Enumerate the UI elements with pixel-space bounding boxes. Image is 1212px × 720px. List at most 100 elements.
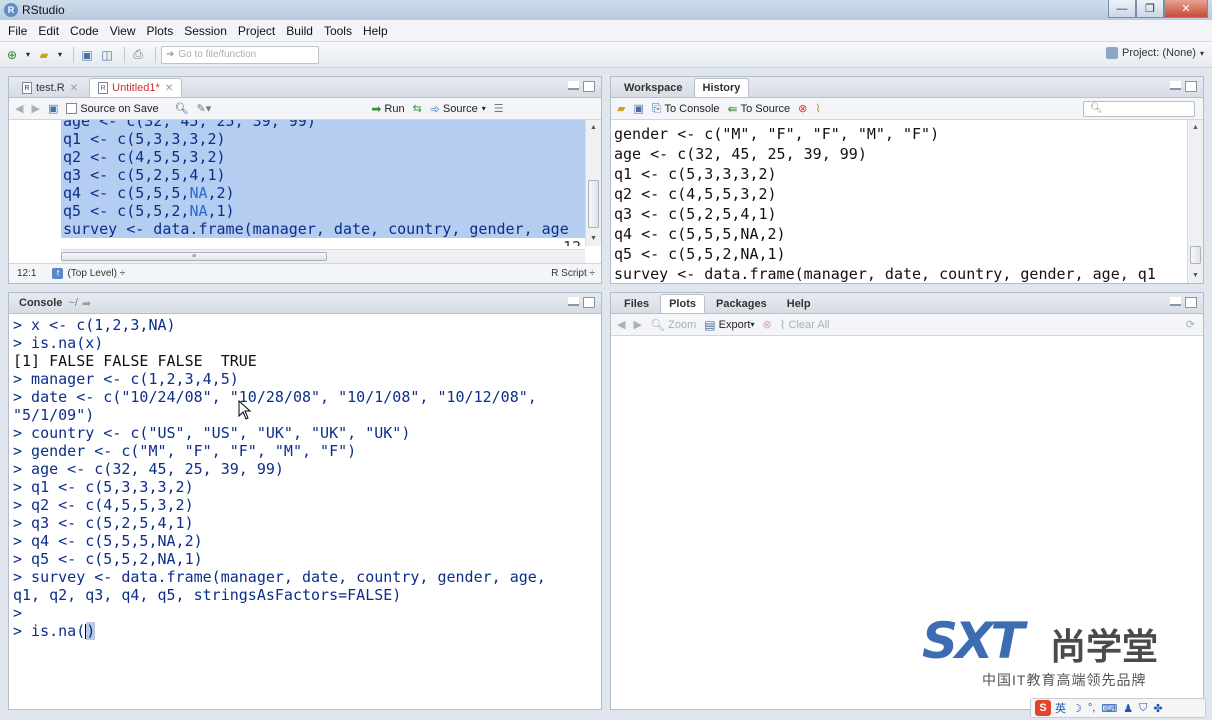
project-menu[interactable]: Project: (None) ▾ bbox=[1106, 47, 1204, 59]
menu-session[interactable]: Session bbox=[180, 24, 234, 38]
scroll-down-icon[interactable]: ▼ bbox=[1190, 270, 1201, 281]
minimize-pane-icon[interactable] bbox=[568, 81, 579, 90]
forward-icon[interactable]: ▶ bbox=[31, 102, 39, 115]
scrollbar-thumb[interactable] bbox=[1190, 246, 1201, 264]
code-line[interactable]: q3 <- c(5,2,5,4,1) bbox=[61, 166, 585, 184]
tab-workspace[interactable]: Workspace bbox=[615, 78, 692, 97]
history-search-input[interactable]: 🔍︎ bbox=[1083, 101, 1195, 117]
shirt-icon[interactable]: ⛉ bbox=[1139, 702, 1147, 715]
remove-icon[interactable]: ⊗ bbox=[798, 102, 807, 115]
maximize-pane-icon[interactable] bbox=[1185, 81, 1197, 92]
tab-packages[interactable]: Packages bbox=[707, 294, 776, 313]
menu-help[interactable]: Help bbox=[359, 24, 395, 38]
scroll-down-icon[interactable]: ▼ bbox=[588, 233, 599, 244]
forward-icon[interactable]: ▶ bbox=[633, 318, 641, 331]
maximize-button[interactable]: ❐ bbox=[1136, 0, 1164, 18]
tab-history[interactable]: History bbox=[693, 78, 750, 97]
console-input-line[interactable]: > is.na() bbox=[13, 622, 597, 640]
menu-project[interactable]: Project bbox=[234, 24, 282, 38]
minimize-button[interactable]: — bbox=[1108, 0, 1136, 18]
tab-plots[interactable]: Plots bbox=[660, 294, 705, 313]
menu-plots[interactable]: Plots bbox=[143, 24, 181, 38]
load-history-icon[interactable]: ▰ bbox=[617, 102, 625, 115]
dropdown-icon[interactable]: ▾ bbox=[24, 47, 32, 63]
history-entry[interactable]: age <- c(32, 45, 25, 39, 99) bbox=[614, 144, 867, 164]
minimize-pane-icon[interactable] bbox=[1170, 297, 1181, 306]
tools-icon[interactable]: ✤ bbox=[1153, 702, 1162, 715]
broom-icon[interactable]: ⌇ bbox=[815, 102, 820, 115]
back-icon[interactable]: ◀ bbox=[617, 318, 625, 331]
menu-view[interactable]: View bbox=[106, 24, 143, 38]
open-folder-icon[interactable]: ▰ bbox=[36, 47, 52, 63]
editor-horizontal-scrollbar[interactable]: ≡ bbox=[61, 249, 585, 263]
moon-icon[interactable]: ☽ bbox=[1072, 702, 1082, 715]
print-icon[interactable]: ⎙ bbox=[130, 47, 146, 63]
maximize-pane-icon[interactable] bbox=[1185, 297, 1197, 308]
outline-icon[interactable]: ☰ bbox=[494, 102, 504, 115]
source-on-save-toggle[interactable]: Source on Save bbox=[66, 103, 159, 115]
export-button[interactable]: ▤ Export ▾ bbox=[704, 318, 754, 332]
close-button[interactable]: ✕ bbox=[1164, 0, 1208, 18]
save-icon[interactable]: ▣ bbox=[79, 47, 95, 63]
code-line[interactable]: survey <- data.frame(manager, date, coun… bbox=[61, 220, 585, 238]
new-file-icon[interactable]: ⊕ bbox=[4, 47, 20, 63]
save-all-icon[interactable]: ◫ bbox=[99, 47, 115, 63]
close-icon[interactable]: ✕ bbox=[70, 83, 78, 94]
scope-selector[interactable]: f (Top Level) ÷ bbox=[52, 268, 125, 279]
code-tools-icon[interactable]: ✎▾ bbox=[197, 102, 212, 115]
history-entry[interactable]: q3 <- c(5,2,5,4,1) bbox=[614, 204, 777, 224]
tab-test-r[interactable]: R test.R ✕ bbox=[13, 78, 87, 97]
history-entry[interactable]: q5 <- c(5,5,2,NA,1) bbox=[614, 244, 786, 264]
history-entry[interactable]: q4 <- c(5,5,5,NA,2) bbox=[614, 224, 786, 244]
close-icon[interactable]: ✕ bbox=[165, 83, 173, 94]
code-line[interactable]: q5 <- c(5,5,2,NA,1) bbox=[61, 202, 585, 220]
rerun-icon[interactable]: ⇆ bbox=[413, 102, 422, 115]
file-type-selector[interactable]: R Script ÷ bbox=[551, 268, 595, 279]
scrollbar-thumb[interactable]: ≡ bbox=[61, 252, 327, 261]
history-list[interactable]: gender <- c("M", "F", "F", "M", "F") age… bbox=[611, 120, 1187, 283]
to-source-button[interactable]: ⇚ To Source bbox=[728, 102, 791, 116]
code-line[interactable]: q2 <- c(4,5,5,3,2) bbox=[61, 148, 585, 166]
code-line[interactable]: age <- c(32, 45, 25, 39, 99) bbox=[61, 120, 585, 130]
history-entry[interactable]: survey <- data.frame(manager, date, coun… bbox=[614, 264, 1156, 283]
menu-file[interactable]: File bbox=[4, 24, 34, 38]
keyboard-icon[interactable]: ⌨ bbox=[1101, 702, 1117, 715]
tab-files[interactable]: Files bbox=[615, 294, 658, 313]
save-icon[interactable]: ▣ bbox=[48, 102, 58, 115]
clear-all-button[interactable]: ⌇ Clear All bbox=[780, 318, 830, 332]
search-icon[interactable]: 🔍︎ bbox=[175, 102, 189, 115]
sogou-icon[interactable]: S bbox=[1035, 700, 1051, 716]
maximize-pane-icon[interactable] bbox=[583, 297, 595, 308]
scrollbar-thumb[interactable] bbox=[588, 180, 599, 228]
user-icon[interactable]: ♟ bbox=[1123, 702, 1133, 715]
navigate-icon[interactable]: ➦ bbox=[82, 297, 91, 310]
back-icon[interactable]: ◀ bbox=[15, 102, 23, 115]
history-vertical-scrollbar[interactable]: ▲ ▼ bbox=[1187, 120, 1203, 283]
maximize-pane-icon[interactable] bbox=[583, 81, 595, 92]
editor-vertical-scrollbar[interactable]: ▲ ▼ bbox=[585, 120, 601, 246]
zoom-button[interactable]: 🔍︎ Zoom bbox=[650, 318, 696, 332]
refresh-icon[interactable]: ⟳ bbox=[1186, 318, 1195, 331]
code-line[interactable]: q4 <- c(5,5,5,NA,2) bbox=[61, 184, 585, 202]
menu-code[interactable]: Code bbox=[66, 24, 106, 38]
history-entry[interactable]: q1 <- c(5,3,3,3,2) bbox=[614, 164, 777, 184]
save-icon[interactable]: ▣ bbox=[633, 102, 643, 115]
editor-code-area[interactable]: 5 age <- c(32, 45, 25, 39, 99) 6 q1 <- c… bbox=[9, 120, 585, 246]
to-console-button[interactable]: ⎘ To Console bbox=[652, 101, 720, 116]
scroll-up-icon[interactable]: ▲ bbox=[588, 122, 599, 133]
scroll-up-icon[interactable]: ▲ bbox=[1190, 122, 1201, 133]
console-output[interactable]: > x <- c(1,2,3,NA) > is.na(x) [1] FALSE … bbox=[13, 316, 597, 709]
tab-help[interactable]: Help bbox=[778, 294, 820, 313]
punctuation-icon[interactable]: °, bbox=[1088, 702, 1095, 714]
history-entry[interactable]: q2 <- c(4,5,5,3,2) bbox=[614, 184, 777, 204]
menu-edit[interactable]: Edit bbox=[34, 24, 66, 38]
source-button[interactable]: ➾ Source ▾ bbox=[430, 102, 486, 116]
ime-language[interactable]: 英 bbox=[1055, 700, 1066, 716]
run-button[interactable]: ➡ Run bbox=[371, 102, 404, 116]
code-line[interactable] bbox=[61, 238, 585, 246]
history-entry[interactable]: gender <- c("M", "F", "F", "M", "F") bbox=[614, 124, 939, 144]
goto-file-input[interactable]: ➜ Go to file/function bbox=[161, 45, 319, 64]
dropdown-icon[interactable]: ▾ bbox=[56, 47, 64, 63]
remove-plot-icon[interactable]: ⊗ bbox=[762, 318, 771, 331]
code-line[interactable]: q1 <- c(5,3,3,3,2) bbox=[61, 130, 585, 148]
